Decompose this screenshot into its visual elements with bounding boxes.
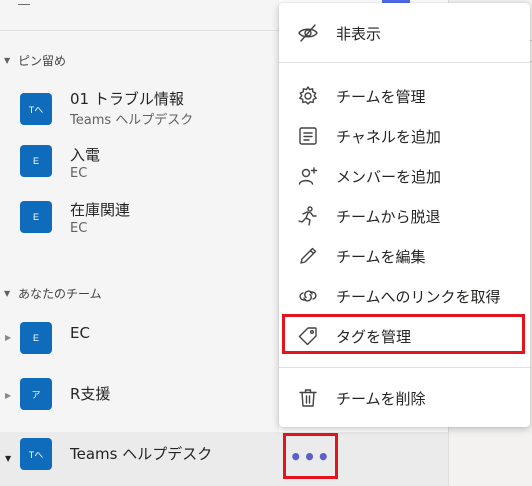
team-avatar: Tへ [20, 93, 52, 125]
collapse-caret-icon: ▼ [4, 56, 11, 65]
menu-item-label: チームへのリンクを取得 [336, 287, 501, 306]
menu-item-add-channel[interactable]: チャネルを追加 [279, 117, 530, 155]
menu-item-label: 非表示 [336, 24, 382, 43]
team-row[interactable]: ▶ ア R支援 [0, 376, 279, 416]
expanded-caret-icon[interactable]: ▼ [5, 454, 11, 463]
channel-name: 在庫関連 [70, 201, 131, 219]
expand-caret-icon[interactable]: ▶ [5, 333, 11, 342]
top-fragment-text: ― [18, 0, 30, 11]
menu-item-label: チームを管理 [336, 87, 426, 106]
menu-item-delete-team[interactable]: チームを削除 [279, 379, 530, 417]
menu-divider [279, 62, 530, 63]
menu-item-manage-team[interactable]: チームを管理 [279, 77, 530, 115]
channel-team-name: EC [70, 221, 88, 236]
channel-name: 入電 [70, 146, 101, 164]
pinned-channel-row[interactable]: E 在庫関連 EC [0, 199, 279, 245]
collapse-caret-icon: ▼ [4, 289, 11, 298]
manage-tags-highlight [282, 314, 525, 354]
sidebar-top-divider [0, 0, 279, 31]
team-name: Teams ヘルプデスク [70, 445, 213, 463]
team-row[interactable]: ▶ E EC [0, 318, 279, 358]
team-context-menu: 非表示 チームを管理 チャネルを追加 メンバーを追加 チームから脱退 チームを編… [279, 3, 530, 427]
menu-item-edit-team[interactable]: チームを編集 [279, 237, 530, 275]
leave-running-icon [297, 205, 319, 227]
your-teams-section-header[interactable]: ▼ あなたのチーム [4, 285, 102, 302]
pinned-channel-row[interactable]: E 入電 EC [0, 144, 279, 190]
channel-list-icon [297, 125, 319, 147]
gear-icon [297, 85, 319, 107]
pinned-section-header[interactable]: ▼ ピン留め [4, 52, 66, 69]
team-name: R支援 [70, 385, 111, 403]
team-avatar: E [20, 201, 52, 233]
team-avatar: Tへ [20, 438, 52, 470]
menu-item-label: チームを編集 [336, 247, 426, 266]
channel-name: 01 トラブル情報 [70, 90, 184, 108]
trash-icon [297, 387, 319, 409]
menu-divider [279, 367, 530, 368]
link-icon [297, 285, 319, 307]
menu-item-label: チャネルを追加 [336, 127, 441, 146]
pencil-icon [297, 245, 319, 267]
person-add-icon [297, 165, 319, 187]
eye-off-icon [297, 22, 319, 44]
channel-team-name: Teams ヘルプデスク [70, 113, 194, 128]
selected-team-row[interactable] [0, 432, 448, 486]
more-options-highlight [283, 433, 338, 479]
menu-item-get-link[interactable]: チームへのリンクを取得 [279, 277, 530, 315]
pinned-channel-row[interactable]: Tへ 01 トラブル情報 Teams ヘルプデスク [0, 88, 279, 134]
menu-item-label: メンバーを追加 [336, 167, 442, 186]
team-list-sidebar: ― ▼ ピン留め Tへ 01 トラブル情報 Teams ヘルプデスク E 入電 … [0, 0, 279, 486]
menu-item-add-member[interactable]: メンバーを追加 [279, 157, 530, 195]
your-teams-header-label: あなたのチーム [18, 287, 102, 301]
team-name: EC [70, 324, 90, 342]
menu-item-label: チームから脱退 [336, 207, 441, 226]
menu-item-label: チームを削除 [336, 389, 426, 408]
team-avatar: E [20, 145, 52, 177]
channel-team-name: EC [70, 166, 88, 181]
menu-item-hide[interactable]: 非表示 [279, 14, 530, 52]
pinned-header-label: ピン留め [18, 54, 67, 68]
team-avatar: ア [20, 378, 52, 410]
expand-caret-icon[interactable]: ▶ [5, 391, 11, 400]
menu-item-leave-team[interactable]: チームから脱退 [279, 197, 530, 235]
team-avatar: E [20, 322, 52, 354]
